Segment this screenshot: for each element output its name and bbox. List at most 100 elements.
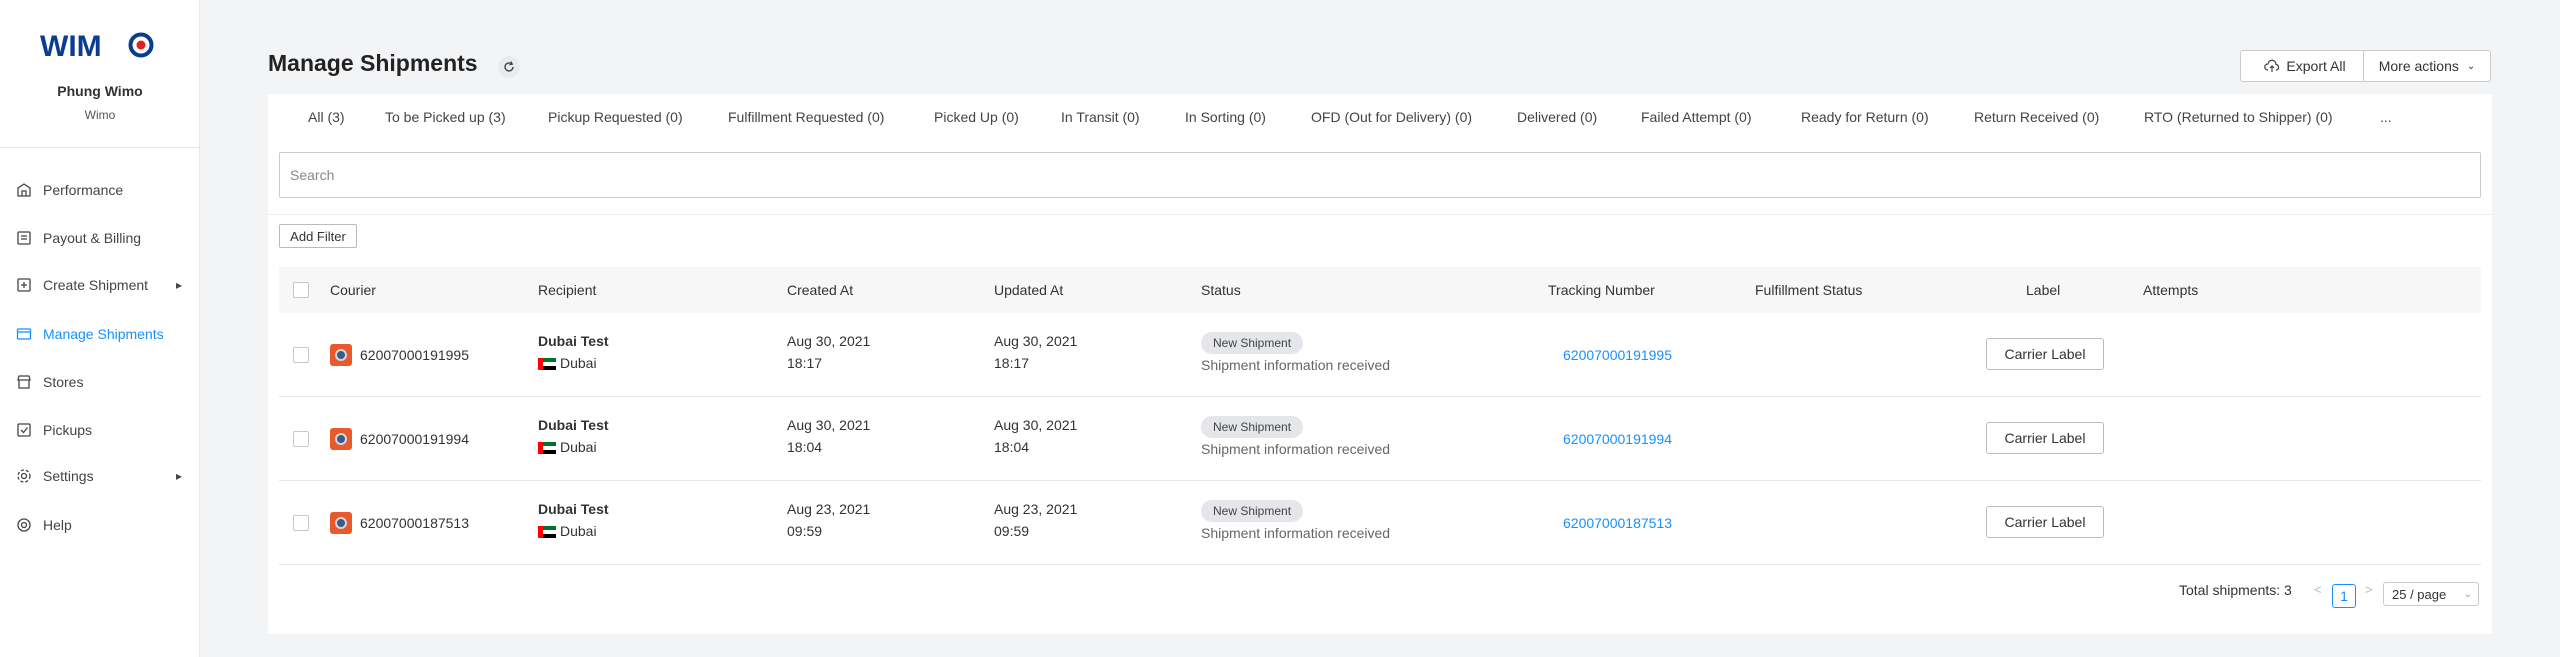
recipient-name: Dubai Test <box>538 501 609 517</box>
tab-in-transit[interactable]: In Transit (0) <box>1061 109 1140 125</box>
recipient-city-label: Dubai <box>560 439 597 455</box>
sidebar-item-label: Stores <box>43 374 84 390</box>
more-actions-button[interactable]: More actions ⌄ <box>2363 50 2491 82</box>
pagination-page-1[interactable]: 1 <box>2332 584 2356 608</box>
shipments-icon <box>15 325 33 343</box>
tab-all[interactable]: All (3) <box>308 109 345 125</box>
page-size-select[interactable]: 25 / page ⌄ <box>2383 582 2479 606</box>
sidebar-item-create-shipment[interactable]: Create Shipment ▸ <box>0 267 200 303</box>
sidebar-item-label: Payout & Billing <box>43 230 142 246</box>
tab-picked-up[interactable]: Picked Up (0) <box>934 109 1019 125</box>
tab-more[interactable]: ... <box>2380 109 2392 125</box>
courier-id: 62007000191995 <box>360 347 470 363</box>
row-checkbox[interactable] <box>293 347 309 363</box>
status-badge: New Shipment <box>1201 332 1304 354</box>
column-tracking-number: Tracking Number <box>1548 282 1655 298</box>
tracking-number-link[interactable]: 62007000191994 <box>1563 431 1672 447</box>
tab-delivered[interactable]: Delivered (0) <box>1517 109 1597 125</box>
search-input[interactable] <box>279 152 2481 198</box>
tab-fulfillment-requested[interactable]: Fulfillment Requested (0) <box>728 109 884 125</box>
divider <box>268 214 2492 215</box>
tracking-number-link[interactable]: 62007000187513 <box>1563 515 1672 531</box>
performance-icon <box>15 181 33 199</box>
row-checkbox[interactable] <box>293 431 309 447</box>
sidebar-item-help[interactable]: Help <box>0 507 200 543</box>
add-filter-button[interactable]: Add Filter <box>279 224 357 248</box>
column-label: Label <box>2026 282 2061 298</box>
created-time: 18:04 <box>787 439 823 455</box>
uae-flag-icon <box>538 526 556 539</box>
status-tabs: All (3) To be Picked up (3) Pickup Reque… <box>268 94 2492 138</box>
recipient-city: Dubai <box>538 439 597 455</box>
tracking-number-link[interactable]: 62007000191995 <box>1563 347 1672 363</box>
refresh-button[interactable] <box>498 56 520 78</box>
tab-ofd[interactable]: OFD (Out for Delivery) (0) <box>1311 109 1472 125</box>
recipient-name: Dubai Test <box>538 417 609 433</box>
tab-failed-attempt[interactable]: Failed Attempt (0) <box>1641 109 1752 125</box>
export-all-button[interactable]: Export All <box>2240 50 2370 82</box>
uae-flag-icon <box>538 442 556 455</box>
sidebar-item-pickups[interactable]: Pickups <box>0 412 200 448</box>
tab-to-be-picked-up[interactable]: To be Picked up (3) <box>385 109 506 125</box>
created-date: Aug 23, 2021 <box>787 501 871 517</box>
recipient-city: Dubai <box>538 355 597 371</box>
chevron-right-icon: ▸ <box>175 278 182 292</box>
create-shipment-icon <box>15 276 33 294</box>
carrier-label-button[interactable]: Carrier Label <box>1986 506 2104 538</box>
table-row[interactable]: 62007000191994 Dubai Test Dubai Aug 30, … <box>279 397 2481 481</box>
column-status: Status <box>1201 282 1241 298</box>
billing-icon <box>15 229 33 247</box>
courier-logo <box>330 344 352 366</box>
table-row[interactable]: 62007000191995 Dubai Test Dubai Aug 30, … <box>279 313 2481 397</box>
more-actions-label: More actions <box>2378 58 2459 74</box>
pagination-prev-button[interactable]: < <box>2314 582 2322 597</box>
recipient-city-label: Dubai <box>560 355 597 371</box>
updated-time: 18:17 <box>994 355 1030 371</box>
pickup-icon <box>15 421 33 439</box>
courier-logo <box>330 428 352 450</box>
sidebar-divider <box>0 147 200 148</box>
tab-in-sorting[interactable]: In Sorting (0) <box>1185 109 1266 125</box>
carrier-label-button[interactable]: Carrier Label <box>1986 422 2104 454</box>
column-recipient: Recipient <box>538 282 597 298</box>
tab-return-received[interactable]: Return Received (0) <box>1974 109 2099 125</box>
user-name: Phung Wimo <box>57 83 143 99</box>
sidebar-item-label: Create Shipment <box>43 277 149 293</box>
recipient-city: Dubai <box>538 523 597 539</box>
updated-date: Aug 23, 2021 <box>994 501 1078 517</box>
updated-date: Aug 30, 2021 <box>994 417 1078 433</box>
column-updated-at: Updated At <box>994 282 1064 298</box>
chevron-down-icon: ⌄ <box>2463 588 2472 600</box>
sidebar-item-label: Pickups <box>43 422 93 438</box>
pagination-next-button[interactable]: > <box>2365 582 2373 597</box>
tab-ready-for-return[interactable]: Ready for Return (0) <box>1801 109 1929 125</box>
wimo-logo[interactable]: WIM <box>40 30 160 60</box>
chevron-right-icon: ▸ <box>175 469 182 483</box>
tab-pickup-requested[interactable]: Pickup Requested (0) <box>548 109 683 125</box>
chevron-down-icon: ⌄ <box>2466 60 2476 72</box>
sidebar-item-manage-shipments[interactable]: Manage Shipments <box>0 316 200 352</box>
sidebar-item-payout-billing[interactable]: Payout & Billing <box>0 220 200 256</box>
export-all-label: Export All <box>2286 58 2346 74</box>
updated-time: 18:04 <box>994 439 1030 455</box>
uae-flag-icon <box>538 358 556 371</box>
row-checkbox[interactable] <box>293 515 309 531</box>
tab-rto[interactable]: RTO (Returned to Shipper) (0) <box>2144 109 2333 125</box>
created-time: 09:59 <box>787 523 823 539</box>
table-row[interactable]: 62007000187513 Dubai Test Dubai Aug 23, … <box>279 481 2481 565</box>
column-courier: Courier <box>330 282 376 298</box>
column-created-at: Created At <box>787 282 854 298</box>
sidebar: WIM Phung Wimo Wimo Performance Payout &… <box>0 0 200 657</box>
user-company: Wimo <box>84 108 116 122</box>
carrier-label-button[interactable]: Carrier Label <box>1986 338 2104 370</box>
sidebar-item-stores[interactable]: Stores <box>0 364 200 400</box>
created-date: Aug 30, 2021 <box>787 417 871 433</box>
svg-text:WIM: WIM <box>40 30 102 60</box>
sidebar-item-performance[interactable]: Performance <box>0 172 200 208</box>
updated-date: Aug 30, 2021 <box>994 333 1078 349</box>
column-fulfillment-status: Fulfillment Status <box>1755 282 1863 298</box>
select-all-checkbox[interactable] <box>293 282 309 298</box>
courier-id: 62007000191994 <box>360 431 470 447</box>
sidebar-item-settings[interactable]: Settings ▸ <box>0 458 200 494</box>
status-description: Shipment information received <box>1201 525 1391 541</box>
